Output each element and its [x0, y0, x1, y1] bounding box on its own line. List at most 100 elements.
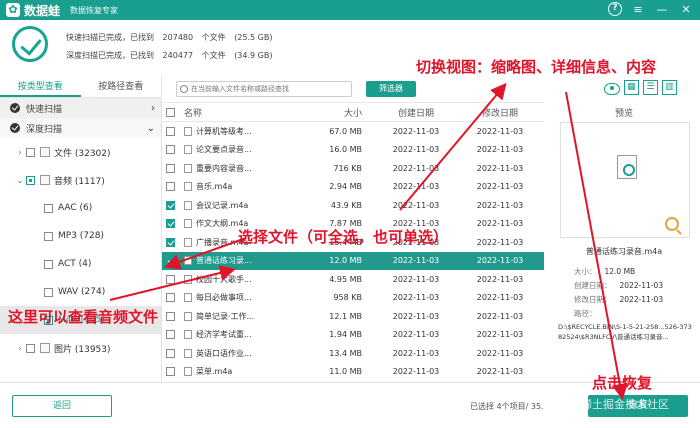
- table-row[interactable]: 每日必做事项... 958 KB 2022-11-03 2022-11-03: [162, 289, 544, 308]
- select-all-checkbox[interactable]: [166, 107, 175, 117]
- file-icon: [184, 126, 192, 136]
- tree-item-documents[interactable]: › 文件 (32302): [0, 138, 161, 166]
- row-checkbox[interactable]: [166, 348, 175, 358]
- table-row[interactable]: 简单记录·工作... 12.1 MB 2022-11-03 2022-11-03: [162, 307, 544, 326]
- file-created: 2022-11-03: [392, 348, 440, 358]
- file-icon: [184, 237, 192, 247]
- table-row[interactable]: 音乐.m4a 2.94 MB 2022-11-03 2022-11-03: [162, 178, 544, 197]
- checkbox[interactable]: [44, 231, 53, 241]
- column-created[interactable]: 创建日期: [374, 106, 458, 119]
- column-size[interactable]: 大小: [274, 106, 374, 119]
- table-row[interactable]: 论文要点录音... 16.0 MB 2022-11-03 2022-11-03: [162, 141, 544, 160]
- preview-modified: 修改日期： 2022-11-03: [574, 294, 663, 305]
- file-size: 67.0 MB: [329, 126, 362, 136]
- check-circle-icon: [10, 103, 20, 113]
- checkbox[interactable]: [26, 175, 35, 185]
- checkbox[interactable]: [44, 259, 53, 269]
- row-checkbox[interactable]: [166, 163, 175, 173]
- checkbox[interactable]: [44, 287, 53, 297]
- tab-by-path[interactable]: 按路径查看: [81, 76, 162, 97]
- row-checkbox[interactable]: [166, 367, 175, 377]
- filter-button[interactable]: 筛选器: [366, 81, 416, 97]
- watermark: @稀土掘金技术社区: [570, 398, 669, 411]
- minimize-icon[interactable]: —: [654, 2, 670, 18]
- audio-folder-icon: [40, 175, 50, 185]
- search-input[interactable]: [191, 85, 351, 93]
- row-checkbox[interactable]: [166, 311, 175, 321]
- eye-icon[interactable]: [604, 83, 620, 95]
- row-checkbox[interactable]: [166, 200, 175, 210]
- table-row[interactable]: 会议记录.m4a 43.9 KB 2022-11-03 2022-11-03: [162, 196, 544, 215]
- expand-arrow-icon[interactable]: ›: [14, 344, 26, 353]
- table-row[interactable]: 菜单.m4a 11.0 MB 2022-11-03 2022-11-03: [162, 363, 544, 382]
- collapse-arrow-icon[interactable]: ⌄: [14, 176, 26, 185]
- expand-arrow-icon[interactable]: ›: [14, 148, 26, 157]
- table-row[interactable]: 计算机等级考... 67.0 MB 2022-11-03 2022-11-03: [162, 122, 544, 141]
- table-row[interactable]: 校园十大歌手... 4.95 MB 2022-11-03 2022-11-03: [162, 270, 544, 289]
- modified-value: 2022-11-03: [619, 295, 664, 304]
- tree-item-aac[interactable]: AAC (6): [0, 194, 161, 222]
- quick-scan-count: 207480: [162, 33, 194, 42]
- file-modified: 2022-11-03: [476, 182, 524, 192]
- table-row[interactable]: 重要内容录音... 716 KB 2022-11-03 2022-11-03: [162, 159, 544, 178]
- file-size: 1.94 MB: [329, 330, 362, 340]
- row-checkbox[interactable]: [166, 182, 175, 192]
- back-button[interactable]: 返回: [12, 395, 112, 417]
- search-box[interactable]: [176, 81, 352, 97]
- file-modified: 2022-11-03: [476, 293, 524, 303]
- tree-item-images[interactable]: › 图片 (13953): [0, 334, 161, 362]
- file-icon: [184, 348, 192, 358]
- file-name: 计算机等级考...: [196, 126, 252, 136]
- tree-item-wav[interactable]: WAV (274): [0, 278, 161, 306]
- row-checkbox[interactable]: [166, 237, 175, 247]
- file-icon: [184, 219, 192, 229]
- row-checkbox[interactable]: [166, 274, 175, 284]
- thumbnail-view-icon[interactable]: ▦: [624, 80, 639, 95]
- preview-path: D:\$RECYCLE.BIN\S-1-5-21-258...526-37382…: [558, 323, 692, 341]
- file-created: 2022-11-03: [392, 200, 440, 210]
- quick-scan-node[interactable]: 快速扫描 ›: [0, 98, 161, 118]
- left-panel: 按类型查看 按路径查看 快速扫描 › 深度扫描 ⌄ › 文件 (32302) ⌄…: [0, 76, 162, 382]
- row-checkbox[interactable]: [166, 219, 175, 229]
- row-checkbox[interactable]: [166, 126, 175, 136]
- table-row[interactable]: 普通话练习录... 12.0 MB 2022-11-03 2022-11-03: [162, 251, 544, 270]
- file-name: 经济学考试重...: [196, 330, 252, 340]
- column-modified[interactable]: 修改日期: [458, 106, 542, 119]
- check-circle-icon: [10, 123, 20, 133]
- table-row[interactable]: 经济学考试重... 1.94 MB 2022-11-03 2022-11-03: [162, 326, 544, 345]
- file-size: 12.0 MB: [329, 256, 362, 266]
- size-value: 12.0 MB: [604, 267, 636, 276]
- file-created: 2022-11-03: [392, 126, 440, 136]
- deep-scan-node[interactable]: 深度扫描 ⌄: [0, 118, 161, 138]
- chevron-right-icon[interactable]: ›: [151, 103, 155, 114]
- tab-by-type[interactable]: 按类型查看: [0, 76, 81, 97]
- close-icon[interactable]: ✕: [678, 2, 694, 18]
- table-row[interactable]: 英语口语作业... 13.4 MB 2022-11-03 2022-11-03: [162, 344, 544, 363]
- file-icon: [184, 256, 192, 266]
- app-name: 数据蛙: [24, 3, 61, 18]
- tree-item-mp3[interactable]: MP3 (728): [0, 222, 161, 250]
- tree-item-audio[interactable]: ⌄ 音频 (1117): [0, 166, 161, 194]
- row-checkbox[interactable]: [166, 293, 175, 303]
- file-name: 论文要点录音...: [196, 145, 252, 155]
- chevron-down-icon[interactable]: ⌄: [147, 123, 155, 134]
- checkbox[interactable]: [26, 343, 35, 353]
- magnify-icon[interactable]: [665, 217, 679, 231]
- list-view-icon[interactable]: ☰: [643, 80, 658, 95]
- tree-item-act[interactable]: ACT (4): [0, 250, 161, 278]
- row-checkbox[interactable]: [166, 145, 175, 155]
- preview-box: [560, 122, 690, 238]
- checkbox[interactable]: [44, 203, 53, 213]
- quick-scan-label: 快速扫描已完成，已找到: [66, 33, 154, 42]
- row-checkbox[interactable]: [166, 330, 175, 340]
- help-icon[interactable]: ?: [608, 2, 622, 16]
- column-name[interactable]: 名称: [184, 106, 274, 119]
- preview-size: 大小： 12.0 MB: [574, 266, 635, 277]
- checkbox[interactable]: [26, 147, 35, 157]
- file-created: 2022-11-03: [392, 182, 440, 192]
- menu-icon[interactable]: ≡: [630, 2, 646, 18]
- deep-scan-unit: 个文件: [201, 51, 226, 60]
- row-checkbox[interactable]: [166, 256, 175, 266]
- preview-panel: 预览 普通话练习录音.m4a 大小： 12.0 MB 创建日期： 2022-11-0…: [554, 100, 694, 382]
- detail-view-icon[interactable]: ▥: [662, 80, 677, 95]
